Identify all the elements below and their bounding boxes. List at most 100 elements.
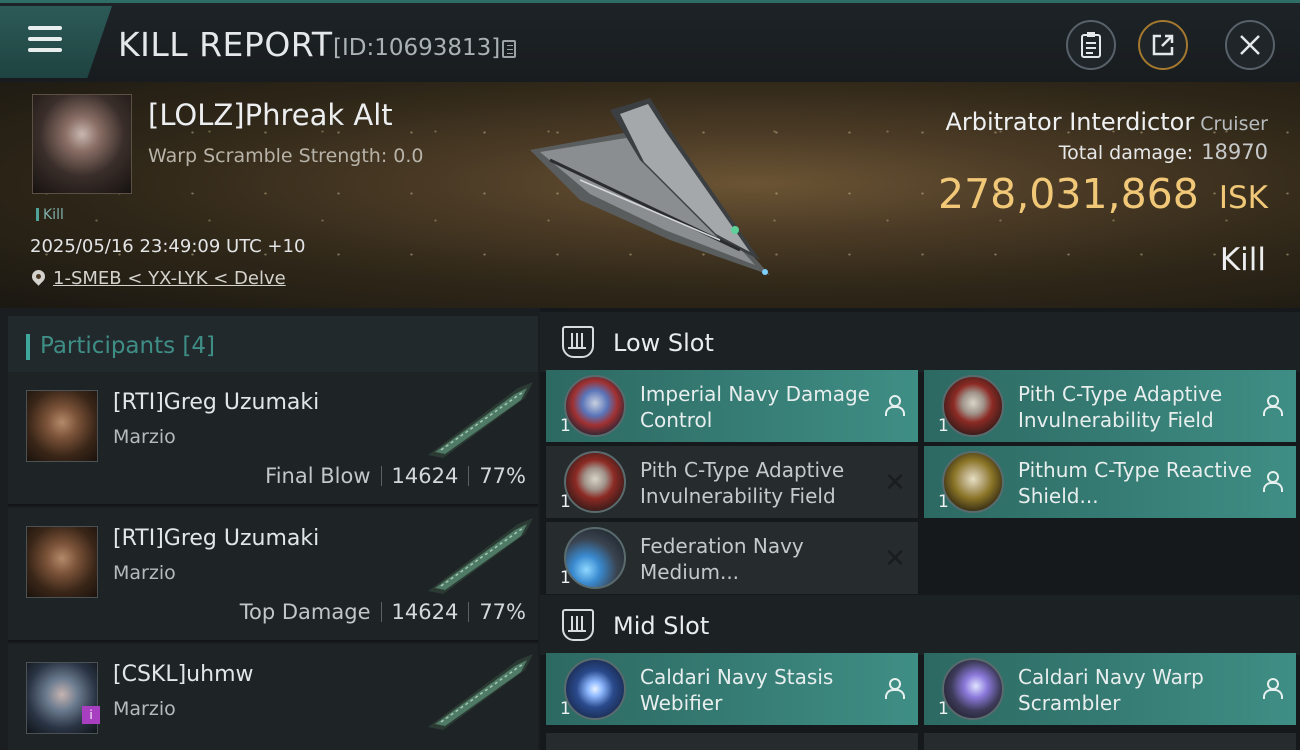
low-slot-icon (562, 326, 594, 358)
participant-row[interactable]: i [CSKL]uhmw Marzio (8, 644, 538, 750)
participant-avatar (26, 390, 98, 462)
warp-scrambler-icon (942, 658, 1004, 720)
module-name: Federation Navy Medium... (640, 534, 804, 584)
module-name: Caldari Navy Warp Scrambler (1018, 665, 1204, 715)
module-quantity: 1 (560, 568, 571, 588)
menu-icon-bar (28, 48, 62, 52)
participant-row[interactable]: [RTI]Greg Uzumaki Marzio Final Blow 14624… (8, 372, 538, 506)
ship-type[interactable]: Arbitrator Interdictor Cruiser (945, 108, 1268, 136)
destroyed-x-icon: ✕ (884, 544, 906, 574)
participants-header: Participants [4] (8, 316, 538, 372)
participants-title: Participants [4] (26, 333, 216, 360)
ship-class: Cruiser (1200, 113, 1268, 135)
mid-slot-icon (562, 609, 594, 641)
stasis-webifier-icon (564, 658, 626, 720)
participant-row[interactable]: [RTI]Greg Uzumaki Marzio Top Damage 14624… (8, 508, 538, 642)
victim-portrait[interactable] (32, 94, 132, 194)
participant-role: Top Damage (239, 600, 371, 624)
participants-panel: Participants [4] [RTI]Greg Uzumaki Marzi… (0, 308, 540, 750)
total-damage-value: 18970 (1201, 140, 1268, 164)
dropped-person-icon (1262, 395, 1283, 416)
isk-unit: ISK (1218, 180, 1268, 216)
kill-datetime: 2025/05/16 23:49:09 UTC +10 (30, 236, 306, 257)
module-item[interactable]: 1 Federation Navy Medium... ✕ (546, 522, 918, 594)
isk-value: 278,031,868 (938, 170, 1199, 218)
close-icon (1240, 35, 1260, 55)
kill-tag: Kill (36, 207, 64, 223)
menu-icon (28, 26, 62, 30)
copy-icon[interactable] (502, 40, 516, 58)
module-quantity: 1 (938, 416, 949, 436)
victim-name[interactable]: [LOLZ]Phreak Alt (148, 98, 393, 132)
dropped-person-icon (884, 395, 905, 416)
module-item[interactable]: 1 Caldari Navy Warp Scrambler (924, 653, 1296, 725)
clipboard-button[interactable] (1066, 20, 1116, 70)
destroyed-x-icon: ✕ (884, 468, 906, 498)
participant-stats: Top Damage 14624 77% (240, 600, 526, 624)
kill-location-link[interactable]: 1-SMEB < YX-LYK < Delve (53, 268, 286, 289)
module-item[interactable]: 1 Pithum C-Type Reactive Shield... (924, 446, 1296, 518)
low-slot-header: Low Slot (540, 312, 1300, 372)
participant-avatar (26, 526, 98, 598)
participant-damage: 14624 (391, 464, 459, 488)
module-quantity: 1 (560, 492, 571, 512)
module-item[interactable]: 1 Pith C-Type Adaptive Invulnerability F… (546, 446, 918, 518)
isk-value-row: 278,031,868 ISK (938, 170, 1268, 218)
page-title: KILL REPORT (118, 25, 333, 64)
participant-stats: Final Blow 14624 77% (265, 464, 526, 488)
divider (468, 466, 470, 486)
participant-percent: 77% (479, 600, 526, 624)
fitting-panel: Low Slot 1 Imperial Navy Damage Control … (540, 308, 1300, 750)
divider (380, 466, 382, 486)
participant-corp: Marzio (113, 426, 176, 448)
shield-hardener-icon (564, 451, 626, 513)
participant-damage: 14624 (391, 600, 459, 624)
participant-ship-icon (428, 382, 533, 458)
share-button[interactable] (1138, 20, 1188, 70)
ship-name: Arbitrator Interdictor (945, 108, 1195, 136)
dropped-person-icon (884, 678, 905, 699)
module-item-partial[interactable] (546, 733, 918, 750)
participants-count: [4] (182, 333, 216, 359)
total-damage: Total damage: 18970 (1059, 140, 1268, 164)
info-badge: i (82, 706, 100, 724)
clipboard-icon (1081, 32, 1101, 58)
participant-role: Final Blow (265, 464, 371, 488)
participant-corp: Marzio (113, 562, 176, 584)
mid-slot-header: Mid Slot (540, 595, 1300, 655)
module-quantity: 1 (938, 699, 949, 719)
participant-corp: Marzio (113, 698, 176, 720)
menu-button[interactable] (0, 6, 112, 78)
close-button[interactable] (1225, 20, 1275, 70)
module-item[interactable]: 1 Pith C-Type Adaptive Invulnerability F… (924, 370, 1296, 442)
participant-ship-icon (428, 518, 533, 594)
module-quantity: 1 (938, 492, 949, 512)
participant-ship-icon (428, 654, 533, 730)
module-quantity: 1 (560, 699, 571, 719)
total-damage-label: Total damage: (1058, 142, 1194, 164)
mid-slot-title: Mid Slot (613, 612, 710, 640)
damage-control-icon (564, 375, 626, 437)
module-item[interactable]: 1 Caldari Navy Stasis Webifier (546, 653, 918, 725)
module-item[interactable]: 1 Imperial Navy Damage Control (546, 370, 918, 442)
ship-image (530, 98, 770, 275)
module-quantity: 1 (560, 416, 571, 436)
warp-scramble-strength: Warp Scramble Strength: 0.0 (148, 145, 424, 167)
module-name: Caldari Navy Stasis Webifier (640, 665, 834, 715)
share-icon (1152, 34, 1174, 56)
module-name: Imperial Navy Damage Control (640, 382, 870, 432)
participant-name: [CSKL]uhmw (113, 662, 254, 687)
divider (380, 602, 382, 622)
participant-name: [RTI]Greg Uzumaki (113, 390, 320, 415)
low-slot-title: Low Slot (613, 329, 714, 357)
result-label: Kill (1219, 242, 1266, 278)
header-bar: KILL REPORT [ID:10693813] (0, 0, 1300, 82)
participant-name: [RTI]Greg Uzumaki (113, 526, 320, 551)
module-item-partial[interactable] (924, 733, 1296, 750)
module-name: Pith C-Type Adaptive Invulnerability Fie… (640, 458, 845, 508)
menu-icon-bar (28, 37, 62, 41)
booster-icon (564, 527, 626, 589)
shield-hardener-gold-icon (942, 451, 1004, 513)
module-name: Pith C-Type Adaptive Invulnerability Fie… (1018, 382, 1223, 432)
participants-label: Participants (40, 333, 176, 359)
